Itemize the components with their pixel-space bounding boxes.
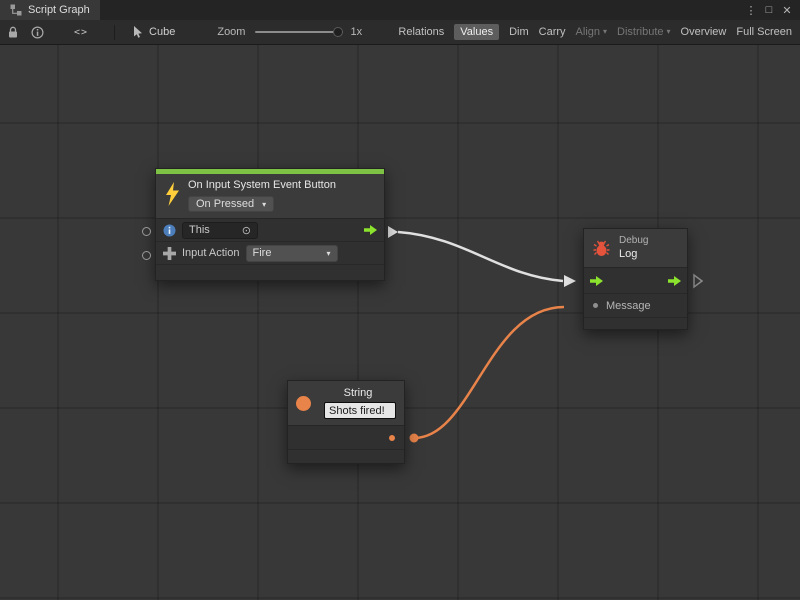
chevron-down-icon: ▾ xyxy=(262,200,266,209)
distribute-dropdown[interactable]: Distribute▾ xyxy=(617,26,670,38)
script-graph-icon xyxy=(10,4,22,16)
this-label: This xyxy=(189,224,210,236)
graph-target-breadcrumb[interactable]: Cube xyxy=(133,26,175,38)
event-flow-output-port[interactable] xyxy=(364,225,377,235)
relations-button[interactable]: Relations xyxy=(398,26,444,38)
string-output-port[interactable] xyxy=(410,434,419,443)
bug-icon xyxy=(593,240,610,257)
log-flow-output-port[interactable] xyxy=(668,276,681,286)
string-output-row xyxy=(288,426,404,450)
full-screen-button[interactable]: Full Screen xyxy=(736,26,792,38)
input-action-value: Fire xyxy=(253,247,272,259)
log-flow-output-triangle[interactable] xyxy=(694,275,702,287)
toolbar: <> Cube Zoom 1x Relations Values Dim Car… xyxy=(0,20,800,45)
graph-canvas[interactable]: On Input System Event Button On Pressed … xyxy=(0,45,800,600)
event-flow-output-triangle[interactable] xyxy=(388,226,398,238)
align-dropdown[interactable]: Align▾ xyxy=(576,26,607,38)
string-inner-output-port[interactable] xyxy=(389,435,395,441)
string-node-title: String xyxy=(320,387,396,399)
input-action-input-port[interactable] xyxy=(142,251,151,260)
window-controls: ⋮ □ ✕ xyxy=(743,0,800,20)
this-object-field[interactable]: This ⊙ xyxy=(182,222,258,239)
window-menu-icon[interactable]: ⋮ xyxy=(743,4,759,17)
dim-button[interactable]: Dim xyxy=(509,26,529,38)
debug-flow-row xyxy=(584,268,687,294)
wire-string-to-message[interactable] xyxy=(414,307,564,438)
this-input-port[interactable] xyxy=(142,227,151,236)
event-node-title: On Input System Event Button xyxy=(188,179,376,192)
lightning-icon xyxy=(164,182,180,212)
zoom-label: Zoom xyxy=(217,26,245,38)
event-node-header: On Input System Event Button On Pressed … xyxy=(156,174,384,219)
maximize-icon[interactable]: □ xyxy=(761,4,777,16)
toolbar-separator xyxy=(114,25,115,40)
this-row: This ⊙ xyxy=(156,219,384,242)
chevron-down-icon: ▾ xyxy=(603,27,607,36)
zoom-slider[interactable] xyxy=(255,26,343,38)
node-debug-log[interactable]: Debug Log Message xyxy=(583,228,688,330)
toolbar-button-group: Relations Values Dim Carry Align▾ Distri… xyxy=(398,24,793,40)
tab-title: Script Graph xyxy=(28,4,90,16)
message-row: Message xyxy=(584,294,687,318)
string-node-header: String xyxy=(288,381,404,426)
node-string-literal[interactable]: String xyxy=(287,380,405,464)
zoom-slider-knob[interactable] xyxy=(333,27,343,37)
node-on-input-system-event-button[interactable]: On Input System Event Button On Pressed … xyxy=(155,168,385,281)
zoom-value: 1x xyxy=(350,26,362,38)
input-action-row: Input Action Fire ▾ xyxy=(156,242,384,265)
code-icon[interactable]: <> xyxy=(74,27,88,38)
log-flow-input-arrowhead xyxy=(564,275,576,287)
window-titlebar: Script Graph ⋮ □ ✕ xyxy=(0,0,800,20)
string-node-footer xyxy=(288,450,404,463)
zoom-slider-track xyxy=(255,31,343,33)
close-icon[interactable]: ✕ xyxy=(779,4,795,17)
values-button[interactable]: Values xyxy=(454,24,499,40)
tab-script-graph[interactable]: Script Graph xyxy=(0,0,100,20)
lock-icon[interactable] xyxy=(7,26,19,39)
debug-node-footer xyxy=(584,318,687,329)
debug-node-category: Debug xyxy=(619,235,648,247)
message-label: Message xyxy=(606,300,651,312)
event-node-footer xyxy=(156,265,384,280)
input-action-dropdown[interactable]: Fire ▾ xyxy=(246,245,338,262)
info-icon[interactable] xyxy=(31,26,44,39)
graph-target-label: Cube xyxy=(149,26,175,38)
debug-node-title: Log xyxy=(619,248,648,261)
message-input-port[interactable] xyxy=(593,303,598,308)
chevron-down-icon: ▾ xyxy=(326,249,330,258)
wire-event-to-log[interactable] xyxy=(398,232,563,281)
carry-button[interactable]: Carry xyxy=(539,26,566,38)
overview-button[interactable]: Overview xyxy=(681,26,727,38)
dpad-icon xyxy=(163,247,176,260)
log-flow-input-port[interactable] xyxy=(590,276,603,286)
chevron-down-icon: ▾ xyxy=(667,27,671,36)
input-action-label: Input Action xyxy=(182,247,240,259)
on-pressed-dropdown-label: On Pressed xyxy=(196,198,254,210)
info-badge-icon xyxy=(163,224,176,237)
on-pressed-dropdown[interactable]: On Pressed ▾ xyxy=(188,196,274,212)
string-type-icon xyxy=(296,396,311,411)
string-value-input[interactable] xyxy=(324,402,396,419)
object-picker-icon[interactable]: ⊙ xyxy=(242,224,251,237)
pointer-icon xyxy=(133,26,143,38)
debug-node-header: Debug Log xyxy=(584,229,687,268)
